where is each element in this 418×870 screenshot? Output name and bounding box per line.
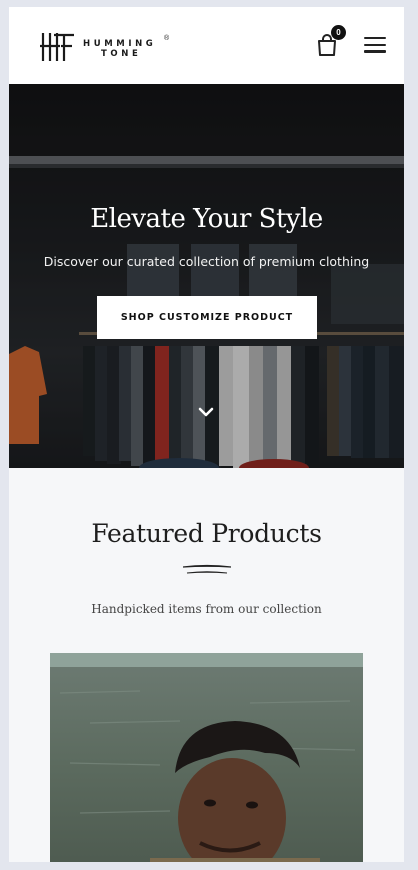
- cart-button[interactable]: 0: [316, 25, 346, 57]
- title-divider: [183, 564, 231, 574]
- hero-subtitle: Discover our curated collection of premi…: [43, 254, 370, 269]
- product-image: [50, 653, 363, 862]
- site-header: HUMMING ® TONE 0: [9, 7, 404, 85]
- logo-mark-icon: [40, 33, 74, 61]
- menu-button[interactable]: [364, 37, 386, 55]
- featured-products-subtitle: Handpicked items from our collection: [91, 602, 322, 616]
- hamburger-line: [364, 50, 386, 53]
- brand-name-line1: HUMMING: [83, 39, 157, 49]
- hero-title: Elevate Your Style: [90, 204, 323, 234]
- chevron-down-icon[interactable]: [198, 406, 214, 418]
- product-card[interactable]: [50, 653, 363, 862]
- hamburger-line: [364, 43, 386, 46]
- brand-name-line2: TONE: [101, 49, 142, 59]
- shop-customize-button[interactable]: SHOP CUSTOMIZE PRODUCT: [97, 296, 317, 339]
- featured-products-title: Featured Products: [91, 519, 322, 548]
- page-frame: HUMMING ® TONE 0 Elevate Your Style Disc…: [9, 7, 404, 862]
- cart-count-badge: 0: [331, 25, 346, 40]
- hamburger-menu-icon: [364, 37, 386, 40]
- brand-registered-mark: ®: [164, 35, 170, 42]
- hero-banner: Elevate Your Style Discover our curated …: [9, 84, 404, 468]
